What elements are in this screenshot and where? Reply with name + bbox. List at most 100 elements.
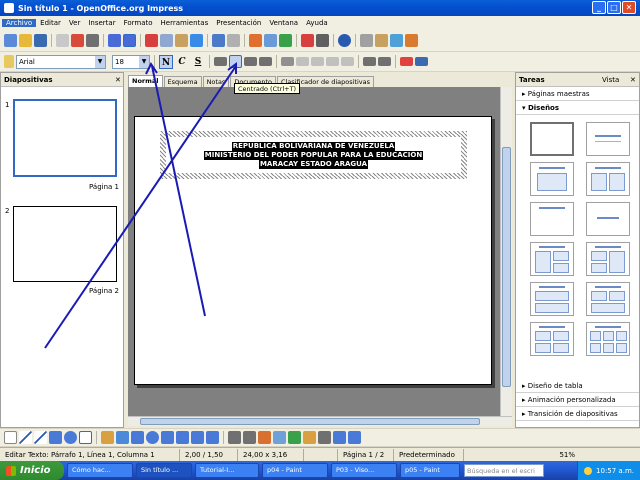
horizontal-scrollbar[interactable] [128, 416, 512, 426]
align-left-icon[interactable] [214, 57, 227, 66]
slide-text-line[interactable]: MARACAY ESTADO ARAGUA [258, 159, 369, 169]
promote-icon[interactable] [311, 57, 324, 66]
edit-file-icon[interactable] [56, 34, 69, 47]
curve-icon[interactable] [101, 431, 114, 444]
close-button[interactable]: ✕ [622, 1, 636, 14]
layout-content-over-content[interactable] [530, 282, 574, 316]
zoom-icon[interactable] [316, 34, 329, 47]
slide-design-icon[interactable] [375, 34, 388, 47]
task-button[interactable]: P03 - Viso... [331, 463, 397, 478]
glue-points-icon[interactable] [243, 431, 256, 444]
line-icon[interactable] [19, 431, 32, 444]
task-button[interactable]: p04 - Paint [262, 463, 328, 478]
paste-icon[interactable] [175, 34, 188, 47]
align-center-icon[interactable] [229, 55, 242, 68]
maximize-button[interactable]: □ [607, 1, 621, 14]
gallery-icon[interactable] [288, 431, 301, 444]
undo-icon[interactable] [212, 34, 225, 47]
alignment-icon[interactable] [318, 431, 331, 444]
layout-blank[interactable] [530, 122, 574, 156]
increase-spacing-icon[interactable] [363, 57, 376, 66]
move-down-icon[interactable] [341, 57, 354, 66]
block-arrows-icon[interactable] [161, 431, 174, 444]
font-color-icon[interactable] [400, 57, 413, 66]
chevron-down-icon[interactable]: ▼ [95, 55, 105, 68]
menu-ver[interactable]: Ver [65, 19, 84, 27]
basic-shapes-icon[interactable] [131, 431, 144, 444]
layout-centered-text[interactable] [586, 202, 630, 236]
slide-show-icon[interactable] [360, 34, 373, 47]
chevron-down-icon[interactable]: ▼ [139, 55, 149, 68]
font-size-select[interactable]: 18 ▼ [112, 54, 150, 69]
export-pdf-icon[interactable] [71, 34, 84, 47]
font-name-select[interactable]: Arial ▼ [16, 54, 106, 69]
menu-ayuda[interactable]: Ayuda [302, 19, 332, 27]
section-custom-animation[interactable]: ▸ Animación personalizada [516, 393, 639, 407]
hyperlink-icon[interactable] [279, 34, 292, 47]
help-icon[interactable] [338, 34, 351, 47]
points-icon[interactable] [228, 431, 241, 444]
task-button[interactable]: Sin título ... [136, 463, 192, 478]
connector-icon[interactable] [116, 431, 129, 444]
layout-four-content[interactable] [530, 322, 574, 356]
zoom-slider[interactable]: 51% [464, 449, 584, 461]
save-icon[interactable] [34, 34, 47, 47]
open-folder-icon[interactable] [19, 34, 32, 47]
layout-two-content-stacked[interactable] [530, 242, 574, 276]
layout-two-over-one[interactable] [586, 282, 630, 316]
character-icon[interactable] [415, 57, 428, 66]
flowchart-icon[interactable] [176, 431, 189, 444]
ellipse-icon[interactable] [64, 431, 77, 444]
select-arrow-icon[interactable] [4, 431, 17, 444]
line-arrow-icon[interactable] [34, 431, 47, 444]
title-textbox[interactable]: REPUBLICA BOLIVARIANA DE VENEZUELA MINIS… [160, 131, 467, 179]
rotate-icon[interactable] [303, 431, 316, 444]
view-menu[interactable]: Vista [602, 76, 619, 84]
chart-icon[interactable] [249, 34, 262, 47]
menu-formato[interactable]: Formato [120, 19, 157, 27]
close-icon[interactable]: ✕ [630, 76, 636, 84]
callouts-icon[interactable] [191, 431, 204, 444]
text-tool-icon[interactable] [79, 431, 92, 444]
layout-title-only-2[interactable] [530, 202, 574, 236]
move-up-icon[interactable] [326, 57, 339, 66]
menu-ventana[interactable]: Ventana [265, 19, 302, 27]
layout-content-two-stacked[interactable] [586, 242, 630, 276]
start-button[interactable]: Inicio [0, 461, 64, 480]
decrease-spacing-icon[interactable] [378, 57, 391, 66]
layout-title-content[interactable] [530, 162, 574, 196]
new-document-icon[interactable] [4, 34, 17, 47]
clone-format-icon[interactable] [190, 34, 203, 47]
layout-title-two-content[interactable] [586, 162, 630, 196]
slide-text-line[interactable]: REPUBLICA BOLIVARIANA DE VENEZUELA [231, 141, 396, 151]
underline-button[interactable]: S [191, 55, 205, 69]
redo-icon[interactable] [227, 34, 240, 47]
section-layouts[interactable]: ▾ Diseños [516, 101, 639, 115]
layout-six-content[interactable] [586, 322, 630, 356]
menu-archivo[interactable]: Archivo [2, 19, 37, 27]
rectangle-icon[interactable] [49, 431, 62, 444]
scrollbar-thumb[interactable] [140, 418, 480, 425]
align-right-icon[interactable] [244, 57, 257, 66]
justify-icon[interactable] [259, 57, 272, 66]
menu-insertar[interactable]: Insertar [84, 19, 119, 27]
task-button[interactable]: Tutorial-I... [195, 463, 259, 478]
autospellcheck-icon[interactable] [123, 34, 136, 47]
vertical-scrollbar[interactable] [500, 87, 512, 416]
demote-icon[interactable] [296, 57, 309, 66]
italic-button[interactable]: C [175, 55, 189, 69]
copy-icon[interactable] [160, 34, 173, 47]
slide-thumbnail-2[interactable] [13, 206, 117, 282]
arrange-icon[interactable] [333, 431, 346, 444]
slide-layout-icon[interactable] [390, 34, 403, 47]
tray-icon[interactable] [584, 466, 593, 475]
tab-notas[interactable]: Notas [202, 76, 230, 87]
close-icon[interactable]: ✕ [115, 76, 121, 84]
minimize-button[interactable]: _ [592, 1, 606, 14]
task-button[interactable]: Cómo hac... [67, 463, 133, 478]
spellcheck-icon[interactable] [108, 34, 121, 47]
menu-herramientas[interactable]: Herramientas [157, 19, 213, 27]
task-button[interactable]: p05 - Paint [400, 463, 460, 478]
cut-icon[interactable] [145, 34, 158, 47]
from-file-icon[interactable] [273, 431, 286, 444]
